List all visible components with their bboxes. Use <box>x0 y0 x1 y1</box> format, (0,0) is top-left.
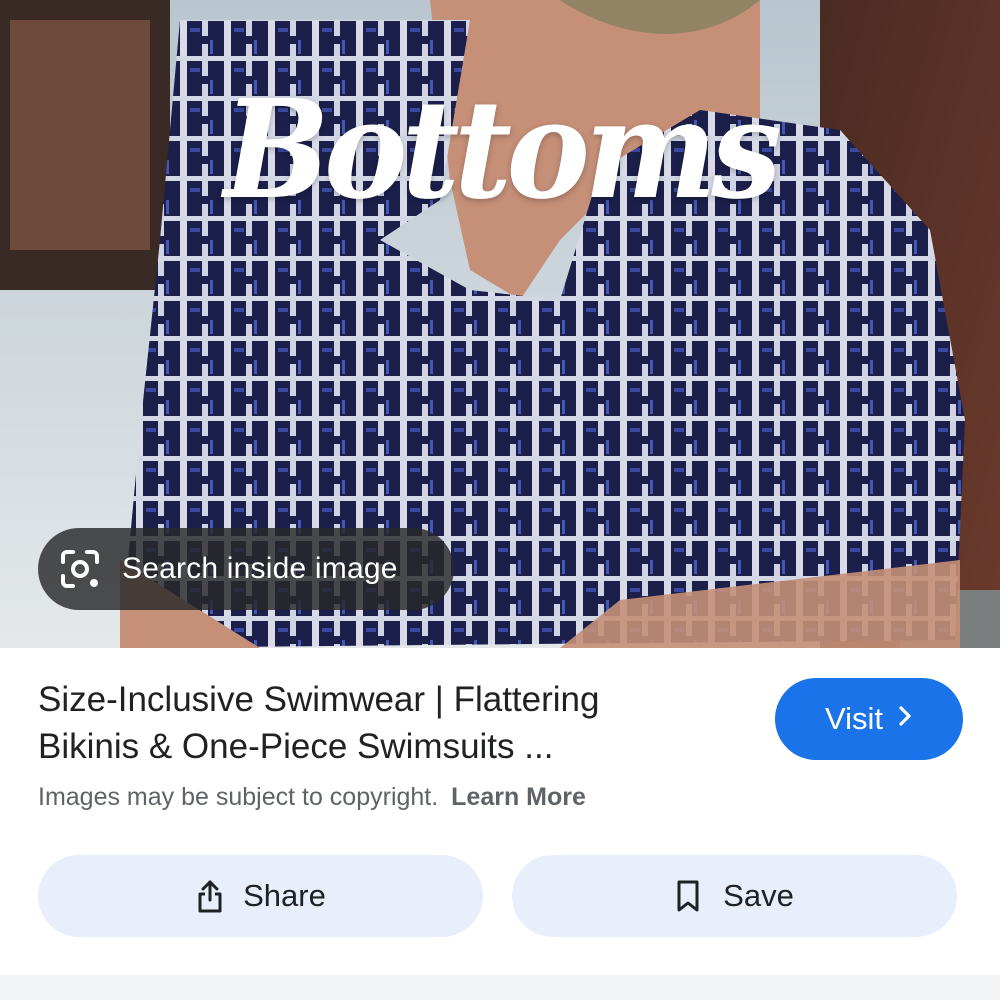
visit-label: Visit <box>824 701 883 736</box>
result-title-line1: Size-Inclusive Swimwear | Flattering <box>38 680 600 719</box>
save-label: Save <box>723 878 794 913</box>
overlay-title: Bottoms <box>223 70 782 230</box>
search-inside-image-button[interactable]: Search inside image <box>38 528 454 610</box>
share-button[interactable]: Share <box>38 855 483 937</box>
learn-more-link[interactable]: Learn More <box>451 783 586 811</box>
save-button[interactable]: Save <box>512 855 957 937</box>
lens-camera-icon <box>56 545 104 593</box>
result-title-line2: Bikinis & One-Piece Swimsuits ... <box>38 727 554 766</box>
bottom-divider <box>0 975 1000 1000</box>
visit-button[interactable]: Visit <box>775 678 963 760</box>
image-preview[interactable]: Bottoms Search inside image <box>0 0 1000 648</box>
copyright-text: Images may be subject to copyright. <box>38 783 439 811</box>
copyright-notice: Images may be subject to copyright. Lear… <box>38 783 586 812</box>
search-inside-image-label: Search inside image <box>122 552 398 585</box>
share-icon <box>195 878 227 914</box>
result-title[interactable]: Size-Inclusive Swimwear | Flattering Bik… <box>38 676 738 770</box>
chevron-right-icon <box>897 702 913 736</box>
share-label: Share <box>243 878 326 913</box>
bookmark-icon <box>675 878 707 914</box>
